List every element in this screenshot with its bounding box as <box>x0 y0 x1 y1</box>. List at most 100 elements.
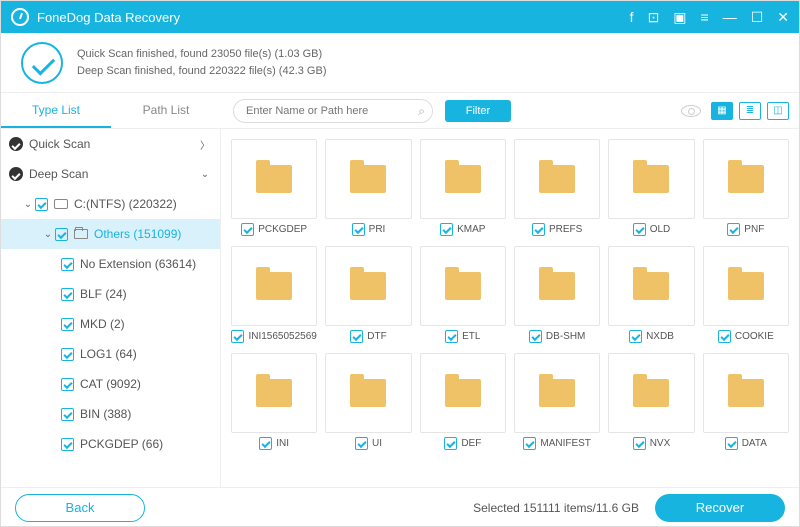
sidebar-item[interactable]: BLF (24) <box>1 279 220 309</box>
checkbox-icon[interactable] <box>350 330 363 343</box>
file-item[interactable]: INI <box>231 353 317 450</box>
filter-button[interactable]: Filter <box>445 100 511 122</box>
grid-view-icon[interactable]: ▦ <box>711 102 733 120</box>
file-item[interactable]: PRI <box>325 139 411 236</box>
sidebar-deep-scan[interactable]: Deep Scan ⌄ <box>1 159 220 189</box>
file-item[interactable]: KMAP <box>420 139 506 236</box>
folder-icon <box>445 379 481 407</box>
checkbox-icon[interactable] <box>35 198 48 211</box>
preview-icon[interactable] <box>681 105 701 117</box>
file-item[interactable]: OLD <box>608 139 694 236</box>
quick-scan-summary: Quick Scan finished, found 23050 file(s)… <box>77 46 326 63</box>
maximize-icon[interactable]: ☐ <box>751 9 764 26</box>
file-grid: PCKGDEP PRI KMAPPREFSOLDPNF INI1565052569DT… <box>221 129 799 487</box>
checkbox-icon[interactable] <box>440 223 453 236</box>
folder-icon <box>350 272 386 300</box>
file-item[interactable]: NXDB <box>608 246 694 343</box>
search-icon[interactable]: ⌕ <box>418 104 425 119</box>
sidebar-item[interactable]: CAT (9092) <box>1 369 220 399</box>
sidebar-item[interactable]: No Extension (63614) <box>1 249 220 279</box>
sidebar-drive[interactable]: ⌄ C:(NTFS) (220322) <box>1 189 220 219</box>
file-item[interactable]: DB-SHM <box>514 246 600 343</box>
file-item[interactable]: DTF <box>325 246 411 343</box>
file-item[interactable]: DATA <box>703 353 789 450</box>
sidebar-item-label: No Extension (63614) <box>80 257 196 271</box>
file-item[interactable]: COOKIE <box>703 246 789 343</box>
checkbox-icon[interactable] <box>629 330 642 343</box>
file-item[interactable]: PNF <box>703 139 789 236</box>
facebook-icon[interactable]: f <box>630 9 634 25</box>
sidebar-others[interactable]: ⌄ Others (151099) <box>1 219 220 249</box>
save-icon[interactable]: ▣ <box>673 9 686 26</box>
toolbar: Type List Path List ⌕ Filter ▦ ≣ ◫ <box>1 93 799 129</box>
app-logo-icon <box>11 8 29 26</box>
checkbox-icon[interactable] <box>523 437 536 450</box>
close-icon[interactable]: ✕ <box>777 9 789 26</box>
sidebar-quick-scan[interactable]: Quick Scan 〉 <box>1 129 220 159</box>
checkbox-icon[interactable] <box>718 330 731 343</box>
checkbox-icon[interactable] <box>55 228 68 241</box>
menu-icon[interactable]: ≡ <box>701 9 709 25</box>
sidebar-item[interactable]: MKD (2) <box>1 309 220 339</box>
sidebar-item[interactable]: PCKGDEP (66) <box>1 429 220 459</box>
checkbox-icon[interactable] <box>61 408 74 421</box>
file-item[interactable]: INI1565052569 <box>231 246 317 343</box>
checkbox-icon[interactable] <box>445 330 458 343</box>
file-item[interactable]: ETL <box>420 246 506 343</box>
checkbox-icon[interactable] <box>61 258 74 271</box>
footer: Back Selected 151111 items/11.6 GB Recov… <box>1 487 799 527</box>
file-thumbnail <box>703 246 789 326</box>
sidebar-item[interactable]: LOG1 (64) <box>1 339 220 369</box>
file-item[interactable]: PREFS <box>514 139 600 236</box>
tab-path-list[interactable]: Path List <box>111 94 221 128</box>
file-thumbnail <box>420 139 506 219</box>
file-thumbnail <box>608 246 694 326</box>
deep-scan-label: Deep Scan <box>29 167 198 181</box>
checkbox-icon[interactable] <box>61 438 74 451</box>
checkbox-icon[interactable] <box>633 437 646 450</box>
detail-view-icon[interactable]: ◫ <box>767 102 789 120</box>
minimize-icon[interactable]: — <box>723 9 737 25</box>
back-button[interactable]: Back <box>15 494 145 522</box>
checkbox-icon[interactable] <box>259 437 272 450</box>
file-name: PRI <box>369 224 386 235</box>
checkbox-icon[interactable] <box>529 330 542 343</box>
folder-icon <box>445 165 481 193</box>
folder-icon <box>633 379 669 407</box>
folder-icon <box>633 165 669 193</box>
sidebar-item-label: LOG1 (64) <box>80 347 137 361</box>
file-thumbnail <box>325 246 411 326</box>
file-item[interactable]: UI <box>325 353 411 450</box>
feedback-icon[interactable]: ⊡ <box>648 9 660 26</box>
bullet-icon <box>9 137 23 151</box>
recover-button[interactable]: Recover <box>655 494 785 522</box>
checkbox-icon[interactable] <box>61 378 74 391</box>
checkbox-icon[interactable] <box>725 437 738 450</box>
file-thumbnail <box>325 353 411 433</box>
file-item[interactable]: PCKGDEP <box>231 139 317 236</box>
checkbox-icon[interactable] <box>633 223 646 236</box>
deep-scan-summary: Deep Scan finished, found 220322 file(s)… <box>77 63 326 80</box>
file-item[interactable]: MANIFEST <box>514 353 600 450</box>
checkbox-icon[interactable] <box>231 330 244 343</box>
file-item[interactable]: NVX <box>608 353 694 450</box>
checkbox-icon[interactable] <box>241 223 254 236</box>
file-name: NVX <box>650 438 671 449</box>
checkbox-icon[interactable] <box>355 437 368 450</box>
sidebar-item-label: BIN (388) <box>80 407 131 421</box>
folder-icon <box>445 272 481 300</box>
checkbox-icon[interactable] <box>61 348 74 361</box>
list-view-icon[interactable]: ≣ <box>739 102 761 120</box>
file-thumbnail <box>514 246 600 326</box>
search-input[interactable] <box>233 99 433 123</box>
sidebar-item[interactable]: BIN (388) <box>1 399 220 429</box>
checkbox-icon[interactable] <box>61 318 74 331</box>
checkbox-icon[interactable] <box>444 437 457 450</box>
folder-icon <box>539 379 575 407</box>
tab-type-list[interactable]: Type List <box>1 94 111 128</box>
checkbox-icon[interactable] <box>532 223 545 236</box>
checkbox-icon[interactable] <box>727 223 740 236</box>
checkbox-icon[interactable] <box>352 223 365 236</box>
checkbox-icon[interactable] <box>61 288 74 301</box>
file-item[interactable]: DEF <box>420 353 506 450</box>
